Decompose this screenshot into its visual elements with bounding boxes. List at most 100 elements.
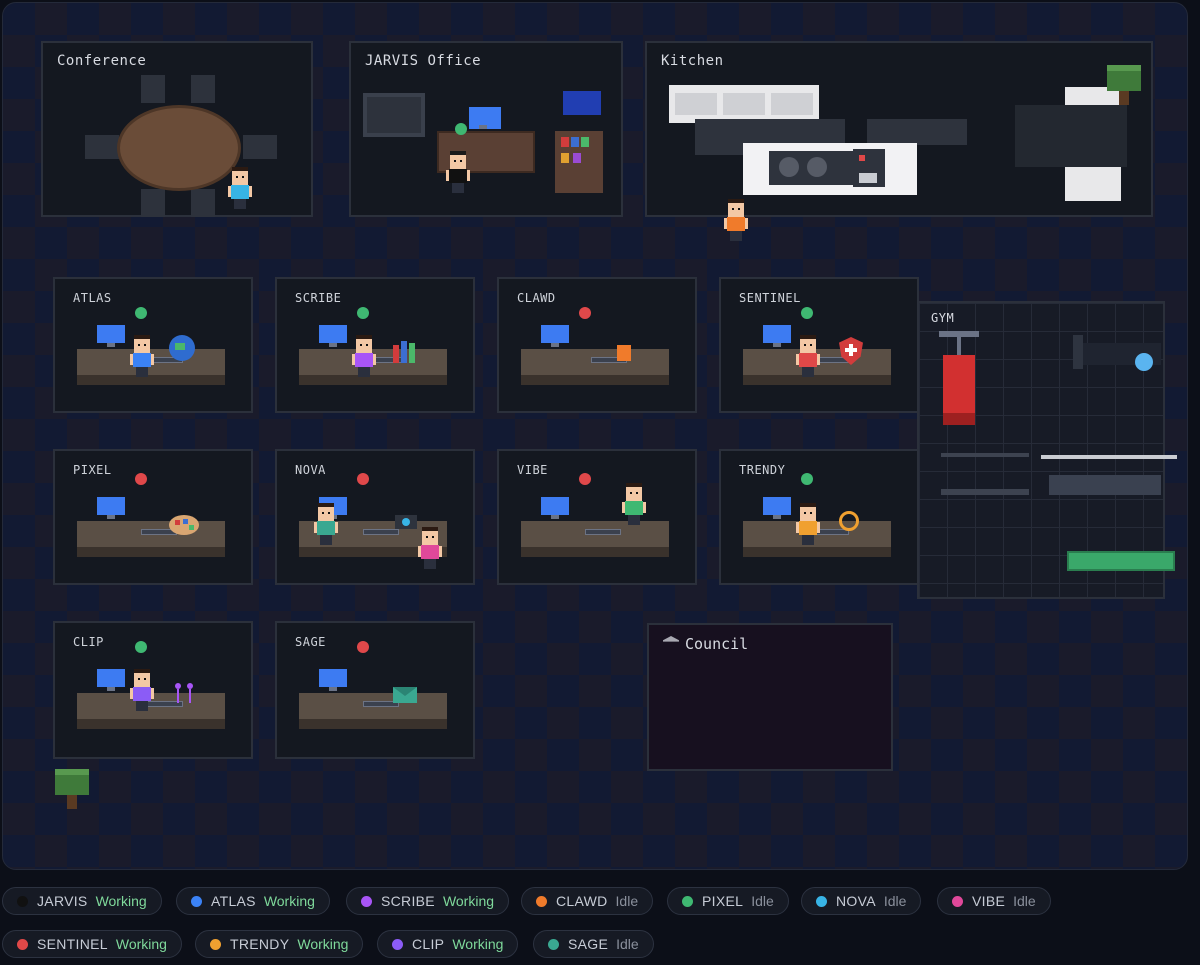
vibe-character[interactable]	[622, 483, 646, 529]
atlas-character[interactable]	[130, 335, 154, 381]
status-dot	[455, 123, 467, 135]
agent-pill-atlas[interactable]: ATLAS Working	[176, 887, 330, 915]
agent-pill-nova[interactable]: NOVA Idle	[801, 887, 922, 915]
scissors-icon	[173, 683, 195, 705]
desk-scribe[interactable]: SCRIBE	[275, 277, 475, 413]
office-floor: Conference JARVIS Office Kitchen ATLAS S…	[2, 2, 1188, 870]
agent-pill-trendy[interactable]: TRENDY Working	[195, 930, 364, 958]
chair	[141, 189, 165, 217]
desk-label: TRENDY	[739, 463, 786, 477]
conference-room[interactable]: Conference	[41, 41, 313, 217]
agent-pill-clawd[interactable]: CLAWD Idle	[521, 887, 654, 915]
agent-name: JARVIS	[37, 893, 88, 909]
monitor	[97, 325, 125, 347]
keyboard	[585, 529, 621, 535]
council-room[interactable]: Council	[647, 623, 893, 771]
desk-vibe[interactable]: VIBE	[497, 449, 697, 585]
scribe-character[interactable]	[352, 335, 376, 381]
monitor	[97, 497, 125, 519]
monitor	[763, 497, 791, 519]
agent-name: CLAWD	[556, 893, 608, 909]
status-dot	[392, 938, 403, 950]
agent-pill-vibe[interactable]: VIBE Idle	[937, 887, 1051, 915]
desk-sentinel[interactable]: SENTINEL	[719, 277, 919, 413]
conference-character[interactable]	[228, 167, 252, 213]
monitor	[319, 325, 347, 347]
desk	[521, 521, 669, 557]
status-dot	[357, 473, 369, 485]
status-dot	[357, 307, 369, 319]
status-dot	[17, 938, 28, 950]
desk-clawd[interactable]: CLAWD	[497, 277, 697, 413]
agent-pill-scribe[interactable]: SCRIBE Working	[346, 887, 510, 915]
bench-press	[1049, 475, 1161, 495]
status-dot	[135, 307, 147, 319]
agent-pill-clip[interactable]: CLIP Working	[377, 930, 519, 958]
agent-name: TRENDY	[230, 936, 290, 952]
agent-pill-pixel[interactable]: PIXEL Idle	[667, 887, 789, 915]
council-label: Council	[685, 635, 749, 653]
visitor-character[interactable]	[418, 527, 442, 573]
nova-character[interactable]	[314, 503, 338, 549]
desk-label: VIBE	[517, 463, 548, 477]
desk-label: SAGE	[295, 635, 326, 649]
trendy-character[interactable]	[796, 503, 820, 549]
agent-name: CLIP	[412, 936, 445, 952]
clawd-character[interactable]	[724, 199, 748, 245]
bookshelf	[555, 131, 603, 193]
monitor	[541, 325, 569, 347]
agent-status: Idle	[751, 893, 774, 909]
jarvis-character[interactable]	[446, 151, 470, 197]
kitchen-island	[1015, 105, 1127, 167]
desk-label: CLAWD	[517, 291, 556, 305]
agent-name: NOVA	[836, 893, 876, 909]
agent-status: Working	[442, 893, 495, 909]
gym-room[interactable]: GYM	[917, 301, 1177, 599]
magnifier-icon	[839, 511, 859, 531]
desk	[521, 349, 669, 385]
status-dot	[579, 473, 591, 485]
monitor	[763, 325, 791, 347]
desk-atlas[interactable]: ATLAS	[53, 277, 253, 413]
yoga-mat	[1067, 551, 1175, 571]
agent-pill-sentinel[interactable]: SENTINEL Working	[2, 930, 182, 958]
desk-label: CLIP	[73, 635, 104, 649]
status-dot	[361, 895, 372, 907]
desk-label: SCRIBE	[295, 291, 342, 305]
camera-icon	[395, 515, 417, 529]
desk-trendy[interactable]: TRENDY	[719, 449, 919, 585]
agent-status: Working	[263, 893, 315, 909]
agent-status: Idle	[615, 893, 639, 909]
monitor	[541, 497, 569, 519]
desk-label: NOVA	[295, 463, 326, 477]
globe-icon	[169, 335, 195, 361]
monitor	[469, 107, 501, 129]
jarvis-office-room[interactable]: JARVIS Office	[349, 41, 623, 217]
clip-character[interactable]	[130, 669, 154, 715]
punching-bag	[943, 355, 975, 425]
monitor	[97, 669, 125, 691]
agent-pill-jarvis[interactable]: JARVIS Working	[2, 887, 162, 915]
desk-clip[interactable]: CLIP	[53, 621, 253, 759]
desk-nova[interactable]: NOVA	[275, 449, 475, 585]
agent-status: Working	[115, 936, 167, 952]
books-icon	[393, 341, 419, 363]
status-dot	[548, 938, 559, 950]
room-title: Conference	[57, 53, 147, 69]
desk	[299, 693, 447, 729]
sentinel-character[interactable]	[796, 335, 820, 381]
desk	[77, 521, 225, 557]
agent-status: Idle	[883, 893, 907, 909]
status-dot	[952, 895, 963, 907]
desk-pixel[interactable]: PIXEL	[53, 449, 253, 585]
agent-name: ATLAS	[211, 893, 256, 909]
mug-icon	[617, 345, 631, 361]
agent-pill-sage[interactable]: SAGE Idle	[533, 930, 654, 958]
kitchen-room[interactable]: Kitchen	[645, 41, 1153, 217]
desk-sage[interactable]: SAGE	[275, 621, 475, 759]
conference-table	[117, 105, 241, 191]
status-dot	[135, 641, 147, 653]
classical-building-icon	[663, 636, 679, 642]
monitor	[319, 669, 347, 691]
agent-status: Idle	[1013, 893, 1036, 909]
